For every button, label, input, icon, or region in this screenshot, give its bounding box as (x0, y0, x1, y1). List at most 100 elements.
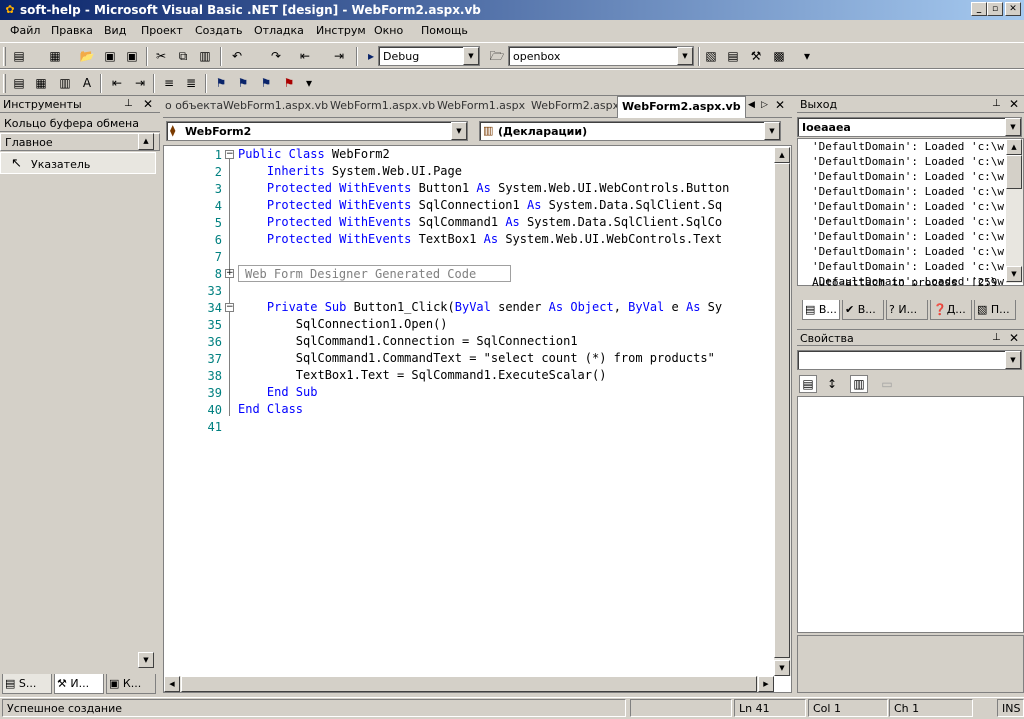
scroll-down-button[interactable]: ▼ (138, 652, 154, 668)
alphabetical-icon[interactable]: ↕ (823, 375, 841, 393)
bookmark-prev-icon[interactable]: ⚑ (257, 74, 275, 92)
solution-explorer-icon[interactable]: ▧ (702, 47, 720, 65)
scroll-thumb[interactable] (181, 676, 757, 692)
code-line[interactable]: Protected WithEvents TextBox1 As System.… (238, 232, 722, 246)
bookmark-toggle-icon[interactable]: ⚑ (212, 74, 230, 92)
object-members-icon[interactable]: ▤ (10, 74, 28, 92)
new-project-icon[interactable]: ▤ (10, 47, 28, 65)
properties-window-icon[interactable]: ▤ (724, 47, 742, 65)
code-line[interactable]: Protected WithEvents SqlConnection1 As S… (238, 198, 722, 212)
scroll-thumb[interactable] (1006, 155, 1022, 189)
cut-icon[interactable]: ✂ (152, 47, 170, 65)
menu-edit[interactable]: Правка (51, 24, 93, 37)
close-icon[interactable]: ✕ (143, 97, 153, 111)
editor-horizontal-scrollbar[interactable]: ◀ ▶ (164, 676, 774, 692)
pin-icon[interactable]: ⊥ (992, 98, 1001, 110)
tab-scroll-right-icon[interactable]: ▷ (761, 100, 768, 111)
properties-grid[interactable] (797, 396, 1024, 633)
menu-help[interactable]: Помощь (421, 24, 468, 37)
scroll-up-button[interactable]: ▲ (1006, 139, 1022, 155)
scroll-down-button[interactable]: ▼ (1006, 266, 1022, 282)
scroll-up-button[interactable]: ▲ (138, 133, 154, 150)
tab-toolbox[interactable]: ⚒ И... (54, 674, 104, 694)
output-vertical-scrollbar[interactable]: ▲ ▼ (1006, 139, 1023, 283)
tab-webform1-aspx-vb[interactable]: WebForm1.aspx.vb (223, 99, 328, 119)
save-icon[interactable]: ▣ (101, 47, 119, 65)
properties-object-select[interactable]: ▼ (797, 350, 1022, 370)
copy-icon[interactable]: ⧉ (174, 47, 192, 65)
scroll-up-button[interactable]: ▲ (774, 147, 790, 163)
tab-webform2-aspx[interactable]: WebForm2.aspx (531, 99, 619, 119)
output-source-select[interactable]: Ioeaaea ▼ (797, 117, 1022, 137)
tab-index-results[interactable]: ? И... (886, 300, 928, 320)
code-line[interactable]: Public Class WebForm2 (238, 147, 390, 161)
tab-webform1-aspx[interactable]: WebForm1.aspx (437, 99, 525, 119)
word-complete-icon[interactable]: A (78, 74, 96, 92)
scroll-thumb[interactable] (774, 163, 790, 658)
menu-view[interactable]: Вид (104, 24, 126, 37)
undo-icon[interactable]: ↶ (228, 47, 246, 65)
collapsed-region[interactable]: Web Form Designer Generated Code (238, 265, 511, 282)
tab-solution[interactable]: ▧ П... (974, 300, 1016, 320)
navigate-back-icon[interactable]: ⇤ (296, 47, 314, 65)
code-line[interactable]: SqlCommand1.Connection = SqlConnection1 (238, 334, 578, 348)
close-button[interactable]: ✕ (1005, 2, 1021, 16)
solution-config-select[interactable]: Debug ▼ (378, 46, 480, 66)
menu-file[interactable]: Файл (10, 24, 40, 37)
maximize-button[interactable]: ▫ (987, 2, 1003, 16)
outdent-icon[interactable]: ⇤ (108, 74, 126, 92)
code-line[interactable]: End Class (238, 402, 303, 416)
code-line[interactable]: SqlCommand1.CommandText = "select count … (238, 351, 715, 365)
close-icon[interactable]: ✕ (1009, 331, 1019, 345)
menu-project[interactable]: Проект (141, 24, 183, 37)
app-icon[interactable]: ✿ (3, 3, 17, 17)
code-line[interactable]: Private Sub Button1_Click(ByVal sender A… (238, 300, 722, 314)
code-line[interactable]: End Sub (238, 385, 318, 399)
code-line[interactable]: SqlConnection1.Open() (238, 317, 448, 331)
toolbox-section-general[interactable]: Главное (0, 133, 160, 151)
code-line[interactable]: Protected WithEvents SqlCommand1 As Syst… (238, 215, 722, 229)
bookmark-clear-icon[interactable]: ⚑ (280, 74, 298, 92)
indent-icon[interactable]: ⇥ (131, 74, 149, 92)
property-pages-icon[interactable]: ▭ (878, 375, 896, 393)
tab-output[interactable]: ▤ В... (802, 300, 840, 320)
find-combo[interactable]: openbox ▼ (508, 46, 694, 66)
tab-webform2-aspx-vb[interactable]: WebForm2.aspx.vb (617, 96, 746, 118)
menu-build[interactable]: Создать (195, 24, 243, 37)
pin-icon[interactable]: ⊥ (124, 98, 133, 110)
tab-scroll-left-icon[interactable]: ◀ (748, 100, 755, 111)
code-line[interactable]: Protected WithEvents Button1 As System.W… (238, 181, 729, 195)
paste-icon[interactable]: ▥ (196, 47, 214, 65)
pin-icon[interactable]: ⊥ (992, 332, 1001, 344)
uncomment-icon[interactable]: ≣ (182, 74, 200, 92)
tab-class-view[interactable]: ▣ К... (106, 674, 156, 694)
code-line[interactable]: Inherits System.Web.UI.Page (238, 164, 462, 178)
menu-debug[interactable]: Отладка (254, 24, 304, 37)
tab-server-explorer[interactable]: ▤ S... (2, 674, 52, 694)
toolbox-icon[interactable]: ⚒ (747, 47, 765, 65)
close-icon[interactable]: ✕ (1009, 97, 1019, 111)
add-item-icon[interactable]: ▦ (46, 47, 64, 65)
scroll-down-button[interactable]: ▼ (774, 660, 790, 676)
tab-task-list[interactable]: ✔ В... (842, 300, 884, 320)
navigate-forward-icon[interactable]: ⇥ (330, 47, 348, 65)
collapse-icon[interactable]: − (225, 303, 234, 312)
find-in-files-icon[interactable]: 🗁 (488, 47, 506, 65)
minimize-button[interactable]: _ (971, 2, 987, 16)
quick-info-icon[interactable]: ▥ (56, 74, 74, 92)
close-icon[interactable]: ✕ (775, 98, 785, 112)
comment-icon[interactable]: ≡ (160, 74, 178, 92)
toolbox-section-clipboard[interactable]: Кольцо буфера обмена (0, 114, 160, 132)
toolbar-options-icon[interactable]: ▾ (300, 74, 318, 92)
collapse-icon[interactable]: − (225, 150, 234, 159)
class-view-icon[interactable]: ▩ (770, 47, 788, 65)
categorized-icon[interactable]: ▤ (799, 375, 817, 393)
menu-window[interactable]: Окно (374, 24, 403, 37)
expand-icon[interactable]: + (225, 269, 234, 278)
save-all-icon[interactable]: ▣ (123, 47, 141, 65)
properties-icon[interactable]: ▥ (850, 375, 868, 393)
tab-object-browser[interactable]: о объекта (165, 99, 223, 119)
open-folder-icon[interactable]: 📂 (78, 47, 96, 65)
redo-icon[interactable]: ↷ (267, 47, 285, 65)
editor-vertical-scrollbar[interactable]: ▲ ▼ (774, 147, 791, 676)
